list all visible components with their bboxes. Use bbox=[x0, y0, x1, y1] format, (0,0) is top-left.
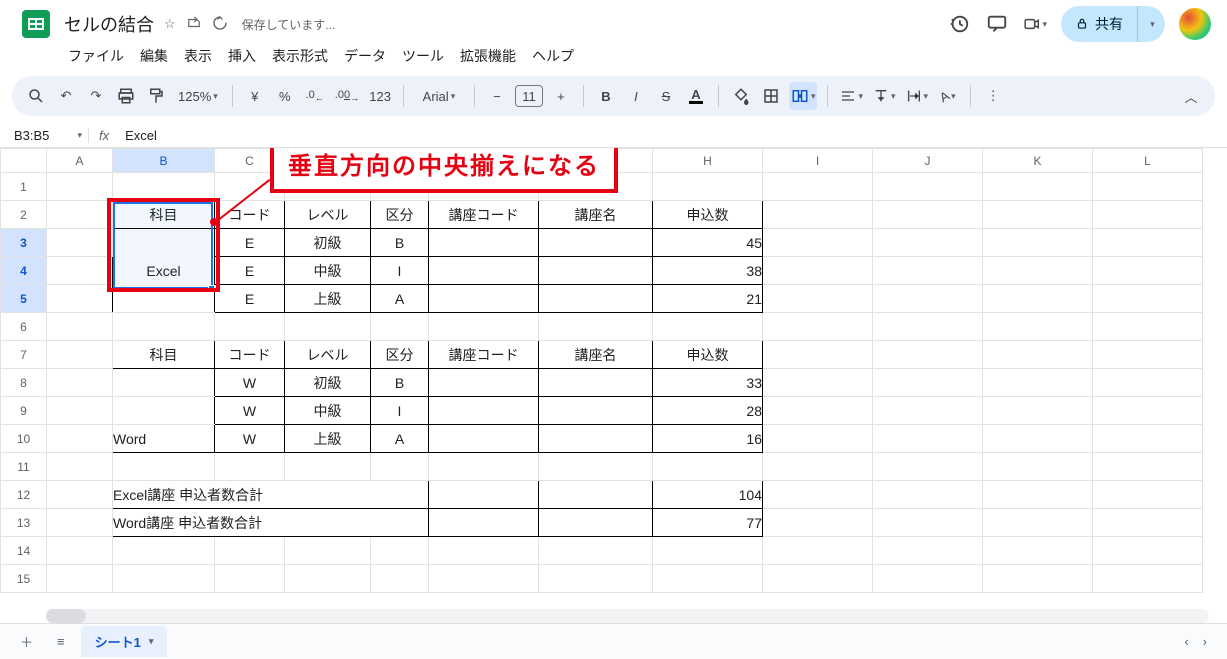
collapse-toolbar-button[interactable]: ︿ bbox=[1179, 82, 1203, 110]
move-icon[interactable] bbox=[186, 16, 202, 33]
strike-button[interactable]: S bbox=[654, 82, 678, 110]
percent-button[interactable]: % bbox=[273, 82, 297, 110]
text-color-button[interactable]: A bbox=[684, 82, 708, 110]
row-14[interactable]: 14 bbox=[1, 537, 47, 565]
row-5[interactable]: 5 bbox=[1, 285, 47, 313]
share-label: 共有 bbox=[1095, 14, 1123, 34]
col-L[interactable]: L bbox=[1093, 149, 1203, 173]
select-all-corner[interactable] bbox=[1, 149, 47, 173]
row-8[interactable]: 8 bbox=[1, 369, 47, 397]
italic-button[interactable]: I bbox=[624, 82, 648, 110]
saving-status: 保存しています... bbox=[242, 16, 336, 33]
all-sheets-button[interactable]: ≡ bbox=[49, 630, 73, 653]
col-D[interactable]: D bbox=[285, 149, 371, 173]
paint-format-button[interactable] bbox=[144, 82, 168, 110]
col-K[interactable]: K bbox=[983, 149, 1093, 173]
fx-label: fx bbox=[88, 128, 119, 143]
sheet-tab-bar: ＋ ≡ シート1 ▾ ‹ › bbox=[0, 623, 1227, 659]
cloud-status-icon[interactable] bbox=[212, 15, 228, 34]
star-icon[interactable]: ☆ bbox=[164, 16, 176, 32]
wrap-button[interactable]: ▾ bbox=[904, 82, 931, 110]
dec-decimal-button[interactable]: .0← bbox=[303, 82, 327, 110]
col-F[interactable]: F bbox=[429, 149, 539, 173]
valign-button[interactable]: ▾ bbox=[871, 82, 898, 110]
row-1[interactable]: 1 bbox=[1, 173, 47, 201]
col-G[interactable]: G bbox=[539, 149, 653, 173]
comments-icon[interactable] bbox=[985, 12, 1009, 36]
font-select[interactable]: Arial ▾ bbox=[414, 82, 464, 110]
row-4[interactable]: 4 bbox=[1, 257, 47, 285]
row-15[interactable]: 15 bbox=[1, 565, 47, 593]
name-box[interactable]: B3:B5 bbox=[8, 126, 88, 145]
row-7[interactable]: 7 bbox=[1, 341, 47, 369]
h-scrollbar[interactable] bbox=[46, 609, 1209, 623]
menu-tools[interactable]: ツール bbox=[396, 42, 450, 70]
row-12[interactable]: 12 bbox=[1, 481, 47, 509]
search-icon[interactable] bbox=[24, 82, 48, 110]
col-H[interactable]: H bbox=[653, 149, 763, 173]
halign-button[interactable]: ▾ bbox=[838, 82, 865, 110]
doc-title[interactable]: セルの結合 bbox=[64, 11, 154, 37]
row-9[interactable]: 9 bbox=[1, 397, 47, 425]
row-10[interactable]: 10 bbox=[1, 425, 47, 453]
history-icon[interactable] bbox=[947, 12, 971, 36]
cell[interactable]: 科目 bbox=[113, 201, 215, 229]
col-B[interactable]: B bbox=[113, 149, 215, 173]
spreadsheet-grid[interactable]: A B C D E F G H I J K L 1 2 科目 コード レベル 区… bbox=[0, 148, 1227, 618]
row-3[interactable]: 3 bbox=[1, 229, 47, 257]
menu-view[interactable]: 表示 bbox=[178, 42, 218, 70]
currency-button[interactable]: ¥ bbox=[243, 82, 267, 110]
inc-decimal-button[interactable]: .00→ bbox=[333, 82, 361, 110]
row-2[interactable]: 2 bbox=[1, 201, 47, 229]
scroll-right-icon[interactable]: › bbox=[1203, 634, 1207, 649]
undo-button[interactable]: ↶ bbox=[54, 82, 78, 110]
menu-format[interactable]: 表示形式 bbox=[266, 42, 334, 70]
menu-extensions[interactable]: 拡張機能 bbox=[454, 42, 522, 70]
col-C[interactable]: C bbox=[215, 149, 285, 173]
print-button[interactable] bbox=[114, 82, 138, 110]
menu-file[interactable]: ファイル bbox=[62, 42, 130, 70]
more-button[interactable]: ⋮ bbox=[981, 82, 1005, 110]
formula-input[interactable]: Excel bbox=[119, 128, 157, 143]
rotate-button[interactable]: A▾ bbox=[936, 82, 960, 110]
borders-button[interactable] bbox=[759, 82, 783, 110]
zoom-select[interactable]: 125% ▾ bbox=[174, 82, 222, 110]
sheets-logo[interactable] bbox=[16, 4, 56, 44]
menu-data[interactable]: データ bbox=[338, 42, 392, 70]
toolbar: ↶ ↷ 125% ▾ ¥ % .0← .00→ 123 Arial ▾ − 11… bbox=[12, 76, 1215, 116]
sheet-tab-1[interactable]: シート1 ▾ bbox=[81, 626, 168, 657]
add-sheet-button[interactable]: ＋ bbox=[12, 628, 41, 655]
row-6[interactable]: 6 bbox=[1, 313, 47, 341]
menu-insert[interactable]: 挿入 bbox=[222, 42, 262, 70]
row-11[interactable]: 11 bbox=[1, 453, 47, 481]
col-J[interactable]: J bbox=[873, 149, 983, 173]
col-A[interactable]: A bbox=[47, 149, 113, 173]
col-I[interactable]: I bbox=[763, 149, 873, 173]
more-formats-button[interactable]: 123 bbox=[367, 82, 393, 110]
inc-fontsize-button[interactable]: + bbox=[549, 82, 573, 110]
row-13[interactable]: 13 bbox=[1, 509, 47, 537]
share-dropdown[interactable]: ▾ bbox=[1137, 6, 1165, 42]
merged-cell-excel[interactable]: Excel bbox=[113, 229, 215, 313]
bold-button[interactable]: B bbox=[594, 82, 618, 110]
account-avatar[interactable] bbox=[1179, 8, 1211, 40]
menu-bar: ファイル 編集 表示 挿入 表示形式 データ ツール 拡張機能 ヘルプ bbox=[0, 40, 1227, 76]
fontsize-input[interactable]: 11 bbox=[515, 85, 543, 107]
redo-button[interactable]: ↷ bbox=[84, 82, 108, 110]
col-E[interactable]: E bbox=[371, 149, 429, 173]
scroll-left-icon[interactable]: ‹ bbox=[1184, 634, 1188, 649]
share-button[interactable]: 共有 bbox=[1061, 6, 1137, 42]
meet-icon[interactable]: ▾ bbox=[1023, 12, 1047, 36]
fill-color-button[interactable] bbox=[729, 82, 753, 110]
merge-cells-button[interactable]: ▾ bbox=[789, 82, 818, 110]
menu-help[interactable]: ヘルプ bbox=[526, 42, 580, 70]
dec-fontsize-button[interactable]: − bbox=[485, 82, 509, 110]
menu-edit[interactable]: 編集 bbox=[134, 42, 174, 70]
